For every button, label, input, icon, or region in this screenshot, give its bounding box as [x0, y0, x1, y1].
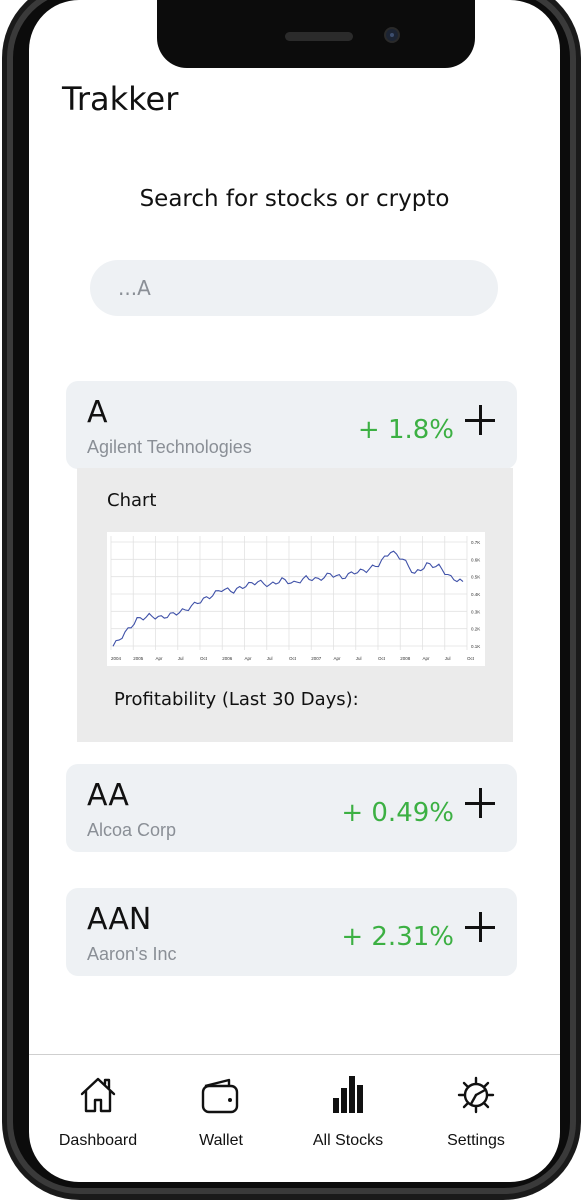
tab-wallet[interactable]: Wallet	[166, 1072, 276, 1150]
stock-ticker: AAN	[87, 902, 152, 937]
stock-change: + 1.8%	[357, 415, 454, 445]
tab-dashboard[interactable]: Dashboard	[43, 1072, 153, 1150]
wallet-icon	[201, 1078, 239, 1114]
tab-label: Wallet	[199, 1132, 243, 1149]
stock-company-name: Aaron's Inc	[87, 944, 177, 964]
x-tick-label: Apr	[423, 656, 431, 661]
front-camera	[384, 27, 400, 43]
stock-card-aa[interactable]: AA Alcoa Corp + 0.49%	[66, 764, 517, 852]
add-icon[interactable]	[465, 405, 495, 435]
x-tick-label: Oct	[289, 656, 297, 661]
stock-detail-panel: Chart 0.7K 0.6K 0.5K 0.4K 0.3K 0.2K 0.1K 2004 20…	[77, 468, 513, 742]
x-tick-label: Jul	[356, 656, 362, 661]
tab-all-stocks[interactable]: All Stocks	[293, 1072, 403, 1150]
y-tick-label: 0.2K	[471, 627, 480, 632]
x-tick-label: Jul	[267, 656, 273, 661]
add-icon[interactable]	[465, 912, 495, 942]
x-tick-label: Oct	[378, 656, 386, 661]
x-tick-label: 2006	[222, 656, 233, 661]
gear-icon	[457, 1076, 495, 1114]
x-tick-label: Oct	[200, 656, 208, 661]
stock-card-a[interactable]: A Agilent Technologies + 1.8%	[66, 381, 517, 469]
y-tick-label: 0.6K	[471, 557, 480, 562]
x-tick-label: 2004	[111, 656, 122, 661]
y-tick-label: 0.3K	[471, 609, 480, 614]
x-tick-label: Jul	[178, 656, 184, 661]
stock-company-name: Alcoa Corp	[87, 820, 177, 840]
x-tick-label: 2007	[311, 656, 322, 661]
profitability-label: Profitability (Last 30 Days):	[114, 689, 359, 710]
speaker-grille	[285, 32, 353, 41]
x-tick-label: 2005	[133, 656, 144, 661]
stock-chart: 0.7K 0.6K 0.5K 0.4K 0.3K 0.2K 0.1K 2004 2005 Apr J…	[107, 532, 485, 666]
x-tick-label: 2008	[400, 656, 411, 661]
bar-chart-icon	[333, 1076, 363, 1113]
phone-frame: Trakker Search for stocks or crypto A Ag…	[0, 0, 583, 1202]
tab-settings[interactable]: Settings	[421, 1072, 531, 1150]
app-title: Trakker	[62, 80, 179, 118]
x-tick-label: Apr	[245, 656, 253, 661]
stock-company-name: Agilent Technologies	[87, 437, 252, 457]
search-input[interactable]	[90, 260, 498, 316]
tab-label: Dashboard	[58, 1132, 138, 1149]
y-tick-label: 0.7K	[471, 540, 480, 545]
chart-label: Chart	[107, 490, 157, 511]
stock-ticker: AA	[87, 778, 129, 813]
x-tick-label: Jul	[445, 656, 451, 661]
x-tick-label: Oct	[467, 656, 475, 661]
y-tick-label: 0.1K	[471, 644, 480, 649]
stock-change: + 0.49%	[341, 798, 454, 828]
tab-label: All Stocks	[312, 1132, 384, 1149]
x-tick-label: Apr	[334, 656, 342, 661]
stock-card-aan[interactable]: AAN Aaron's Inc + 2.31%	[66, 888, 517, 976]
home-icon	[80, 1077, 116, 1113]
search-heading: Search for stocks or crypto	[139, 186, 450, 212]
phone-notch	[157, 0, 475, 68]
app-screen: Trakker Search for stocks or crypto A Ag…	[29, 0, 560, 1182]
tab-bar-divider	[29, 1054, 560, 1055]
y-tick-label: 0.4K	[471, 592, 480, 597]
stock-ticker: A	[87, 395, 108, 430]
add-icon[interactable]	[465, 788, 495, 818]
y-tick-label: 0.5K	[471, 575, 480, 580]
tab-label: Settings	[447, 1132, 505, 1149]
x-tick-label: Apr	[156, 656, 164, 661]
stock-change: + 2.31%	[341, 922, 454, 952]
